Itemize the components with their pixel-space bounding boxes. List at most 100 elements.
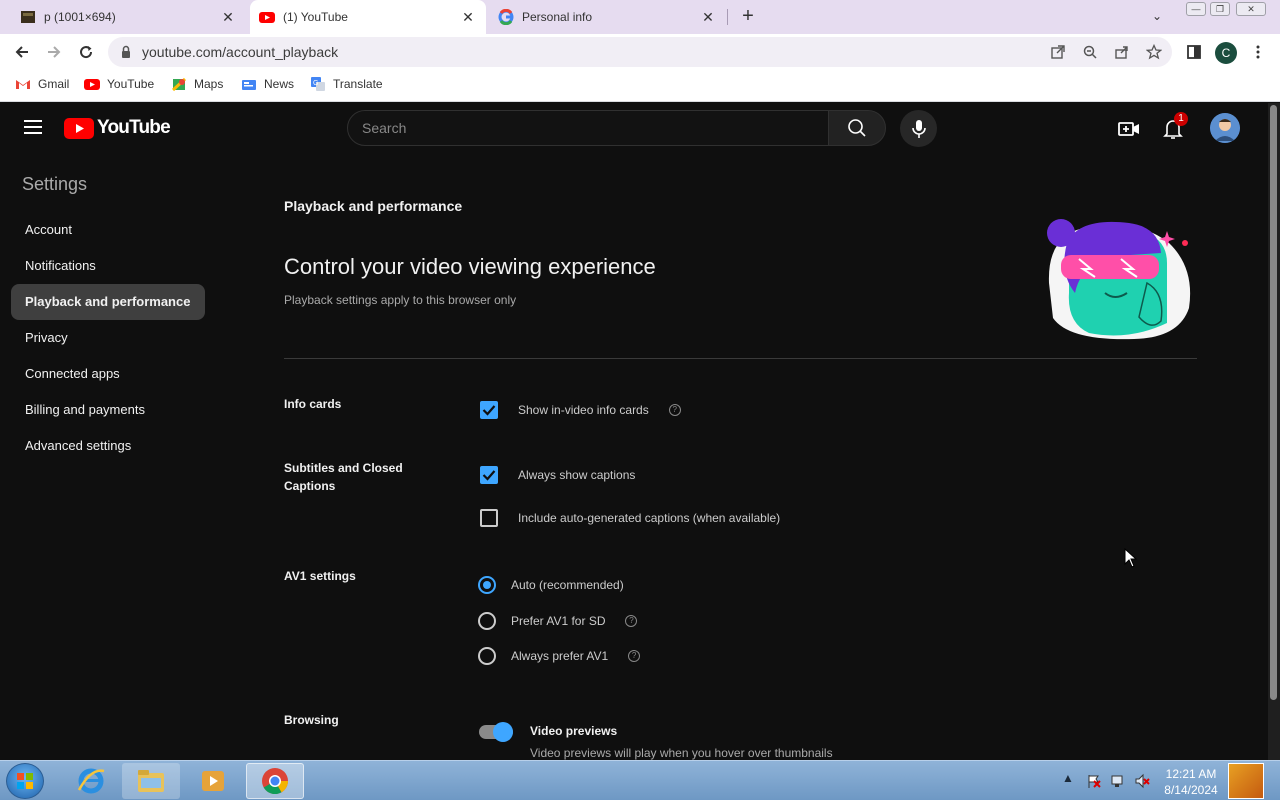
tab-youtube[interactable]: (1) YouTube ✕ bbox=[250, 0, 486, 34]
sidebar-item-billing[interactable]: Billing and payments bbox=[11, 392, 205, 428]
close-tab-icon[interactable]: ✕ bbox=[220, 9, 236, 25]
internet-explorer-taskbar-icon[interactable] bbox=[62, 763, 120, 799]
info-cards-label: Info cards bbox=[284, 397, 342, 411]
youtube-favicon-icon bbox=[259, 12, 275, 23]
tab-image[interactable]: p (1001×694) ✕ bbox=[12, 0, 246, 34]
av1-prefer-sd-label: Prefer AV1 for SD bbox=[511, 614, 606, 628]
chrome-taskbar-icon[interactable] bbox=[246, 763, 304, 799]
bookmark-youtube[interactable]: YouTube bbox=[84, 76, 154, 92]
video-previews-title: Video previews bbox=[530, 724, 618, 738]
tab-separator bbox=[727, 9, 728, 25]
close-tab-icon[interactable]: ✕ bbox=[460, 9, 476, 25]
tab-title: Personal info bbox=[522, 10, 593, 24]
sidebar-item-privacy[interactable]: Privacy bbox=[11, 320, 205, 356]
video-previews-toggle[interactable] bbox=[479, 722, 513, 742]
sidebar-item-connected-apps[interactable]: Connected apps bbox=[11, 356, 205, 392]
show-info-cards-label: Show in-video info cards bbox=[518, 403, 649, 417]
youtube-page: YouTube 1 Settings Account Notifications… bbox=[0, 103, 1268, 760]
address-bar[interactable]: youtube.com/account_playback bbox=[108, 37, 1172, 67]
page-title: Control your video viewing experience bbox=[284, 254, 656, 279]
volume-muted-icon[interactable] bbox=[1134, 773, 1150, 789]
media-player-taskbar-icon[interactable] bbox=[184, 763, 242, 799]
news-icon bbox=[242, 80, 256, 90]
forward-arrow-icon[interactable] bbox=[42, 40, 66, 64]
back-arrow-icon[interactable] bbox=[10, 40, 34, 64]
av1-settings-label: AV1 settings bbox=[284, 569, 356, 583]
show-info-cards-option[interactable]: Show in-video info cards ? bbox=[480, 401, 681, 419]
windows-logo-icon bbox=[17, 773, 33, 789]
help-question-icon[interactable]: ? bbox=[668, 404, 681, 416]
av1-auto-radio[interactable] bbox=[478, 576, 496, 594]
windows-start-button[interactable] bbox=[6, 763, 44, 799]
new-tab-plus-icon[interactable]: + bbox=[738, 6, 758, 26]
always-show-captions-label: Always show captions bbox=[518, 468, 636, 482]
bookmark-news[interactable]: News bbox=[241, 76, 294, 92]
notification-count-badge: 1 bbox=[1174, 112, 1188, 126]
action-center-flag-icon[interactable] bbox=[1086, 773, 1102, 789]
search-input[interactable] bbox=[362, 118, 802, 138]
clock-time: 12:21 AM bbox=[1165, 767, 1217, 781]
always-show-captions-checkbox[interactable] bbox=[480, 466, 498, 484]
search-button[interactable] bbox=[828, 110, 886, 146]
voice-search-button[interactable] bbox=[900, 110, 937, 147]
close-window-icon[interactable]: ✕ bbox=[1236, 2, 1266, 16]
system-clock[interactable]: 12:21 AM 8/14/2024 bbox=[1158, 766, 1224, 798]
av1-auto-option[interactable]: Auto (recommended) bbox=[478, 576, 624, 594]
search-icon bbox=[848, 119, 866, 137]
youtube-wordmark: YouTube bbox=[97, 117, 171, 138]
toggle-knob bbox=[493, 722, 513, 742]
av1-always-label: Always prefer AV1 bbox=[511, 649, 609, 663]
kebab-menu-icon[interactable] bbox=[1246, 40, 1270, 64]
show-info-cards-checkbox[interactable] bbox=[480, 401, 498, 419]
restore-window-icon[interactable]: ❐ bbox=[1210, 2, 1230, 16]
side-panel-icon[interactable] bbox=[1182, 40, 1206, 64]
subtitles-label: Subtitles and Closed Captions bbox=[284, 461, 403, 493]
lock-icon[interactable] bbox=[118, 44, 134, 60]
url-text[interactable]: youtube.com/account_playback bbox=[142, 44, 338, 60]
show-hidden-icons-icon[interactable]: ▲ bbox=[1062, 771, 1074, 785]
tab-personal-info[interactable]: Personal info ✕ bbox=[488, 0, 726, 34]
file-explorer-taskbar-icon[interactable] bbox=[122, 763, 180, 799]
sidebar-item-account[interactable]: Account bbox=[11, 212, 205, 248]
section-divider bbox=[284, 358, 1197, 359]
close-tab-icon[interactable]: ✕ bbox=[700, 9, 716, 25]
help-question-icon[interactable]: ? bbox=[625, 615, 638, 627]
tab-title: p (1001×694) bbox=[44, 10, 116, 24]
open-in-external-icon[interactable] bbox=[1050, 44, 1066, 60]
network-icon[interactable] bbox=[1110, 773, 1126, 789]
auto-generated-captions-checkbox[interactable] bbox=[480, 509, 498, 527]
create-video-icon[interactable] bbox=[1117, 117, 1141, 141]
clock-date: 8/14/2024 bbox=[1164, 783, 1218, 797]
always-show-captions-option[interactable]: Always show captions bbox=[480, 466, 635, 484]
av1-prefer-sd-option[interactable]: Prefer AV1 for SD ? bbox=[478, 612, 638, 630]
bookmark-gmail[interactable]: Gmail bbox=[15, 76, 69, 92]
minimize-window-icon[interactable]: — bbox=[1186, 2, 1206, 16]
microphone-icon bbox=[911, 119, 926, 138]
bookmark-star-icon[interactable] bbox=[1146, 44, 1162, 60]
av1-always-radio[interactable] bbox=[478, 647, 496, 665]
share-icon[interactable] bbox=[1114, 44, 1130, 60]
profile-avatar[interactable]: C bbox=[1215, 42, 1237, 64]
youtube-logo[interactable]: YouTube bbox=[64, 117, 171, 139]
page-subtitle: Playback settings apply to this browser … bbox=[284, 293, 517, 307]
sidebar-item-notifications[interactable]: Notifications bbox=[11, 248, 205, 284]
image-favicon-icon bbox=[21, 11, 35, 23]
account-avatar[interactable] bbox=[1210, 113, 1240, 143]
auto-generated-captions-option[interactable]: Include auto-generated captions (when av… bbox=[480, 509, 780, 527]
zoom-icon[interactable] bbox=[1082, 44, 1098, 60]
av1-prefer-sd-radio[interactable] bbox=[478, 612, 496, 630]
av1-always-option[interactable]: Always prefer AV1 ? bbox=[478, 647, 641, 665]
bookmark-translate[interactable]: G Translate bbox=[310, 76, 383, 92]
reload-icon[interactable] bbox=[74, 40, 98, 64]
page-scrollbar[interactable] bbox=[1268, 103, 1280, 760]
tab-search-chevron-icon[interactable]: ⌄ bbox=[1152, 9, 1162, 23]
bookmark-maps[interactable]: Maps bbox=[171, 76, 223, 92]
show-desktop-button[interactable] bbox=[1228, 763, 1264, 799]
help-question-icon[interactable]: ? bbox=[628, 650, 641, 662]
search-box[interactable] bbox=[347, 110, 829, 146]
sidebar-item-playback[interactable]: Playback and performance bbox=[11, 284, 205, 320]
scrollbar-thumb[interactable] bbox=[1270, 105, 1277, 700]
hamburger-menu-icon[interactable] bbox=[24, 120, 42, 134]
google-favicon-icon bbox=[498, 9, 514, 25]
sidebar-item-advanced[interactable]: Advanced settings bbox=[11, 428, 205, 464]
